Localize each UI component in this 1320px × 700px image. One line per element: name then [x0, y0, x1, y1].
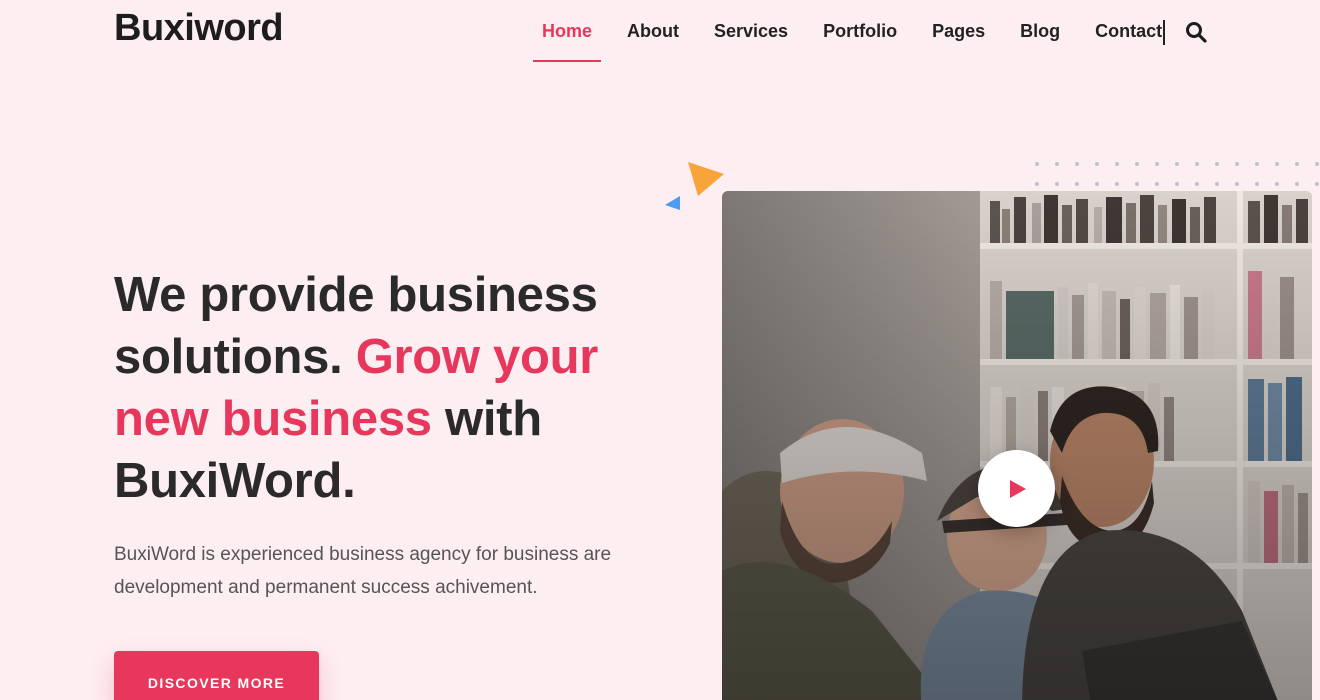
nav-divider: [1163, 20, 1165, 45]
nav-item-pages[interactable]: Pages: [932, 0, 985, 62]
play-video-button[interactable]: [978, 450, 1055, 527]
nav-item-contact[interactable]: Contact: [1095, 0, 1162, 62]
site-logo[interactable]: Buxiword: [114, 6, 284, 50]
nav-item-about[interactable]: About: [627, 0, 679, 62]
blue-triangle-decoration: [665, 196, 680, 210]
discover-more-label: DISCOVER MORE: [147, 675, 286, 691]
play-icon: [1009, 479, 1026, 498]
orange-triangle-decoration: [688, 162, 724, 196]
search-icon[interactable]: [1185, 21, 1207, 43]
site-header: Buxiword Home About Services Portfolio P…: [0, 0, 1320, 70]
hero-photo: [722, 191, 1312, 700]
nav-item-services[interactable]: Services: [714, 0, 788, 62]
nav-item-portfolio[interactable]: Portfolio: [823, 0, 897, 62]
hero-description: BuxiWord is experienced business agency …: [114, 544, 612, 598]
dot-pattern-decoration: [1035, 162, 1319, 186]
nav-item-home[interactable]: Home: [533, 0, 602, 62]
main-nav: Home About Services Portfolio Pages Blog…: [533, 0, 1197, 62]
nav-item-blog[interactable]: Blog: [1020, 0, 1060, 62]
discover-more-button[interactable]: DISCOVER MORE: [114, 651, 319, 700]
hero-headline: We provide business solutions. Grow your…: [114, 264, 674, 512]
